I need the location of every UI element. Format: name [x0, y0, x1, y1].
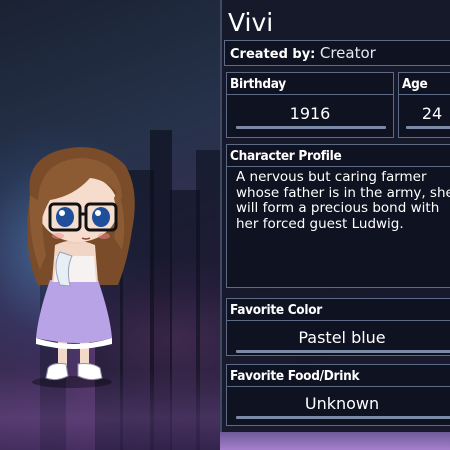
age-label: Age — [402, 76, 428, 92]
birthday-value: 1916 — [289, 104, 331, 123]
favorite-color-underline — [236, 350, 450, 353]
created-by-label: Created by: — [230, 47, 316, 62]
age-value: 24 — [421, 104, 443, 123]
favorite-food-underline — [236, 416, 450, 419]
profile-label: Character Profile — [230, 148, 342, 164]
divider — [226, 166, 450, 167]
divider — [226, 94, 394, 95]
creator-name: Creator — [319, 44, 376, 62]
character-name: Vivi — [228, 8, 274, 37]
divider — [398, 94, 450, 95]
favorite-food-label: Favorite Food/Drink — [230, 368, 360, 384]
creator-line: Created by: Creator — [230, 44, 376, 62]
favorite-color-label: Favorite Color — [230, 302, 322, 318]
profile-text: A nervous but caring farmer whose father… — [236, 169, 450, 232]
birthday-label: Birthday — [230, 76, 286, 92]
panel-footer-bar — [220, 432, 450, 450]
divider — [226, 320, 450, 321]
birthday-underline — [236, 126, 386, 129]
divider — [226, 386, 450, 387]
favorite-color-value: Pastel blue — [298, 328, 386, 347]
favorite-food-value: Unknown — [304, 394, 380, 413]
age-underline — [406, 126, 450, 129]
